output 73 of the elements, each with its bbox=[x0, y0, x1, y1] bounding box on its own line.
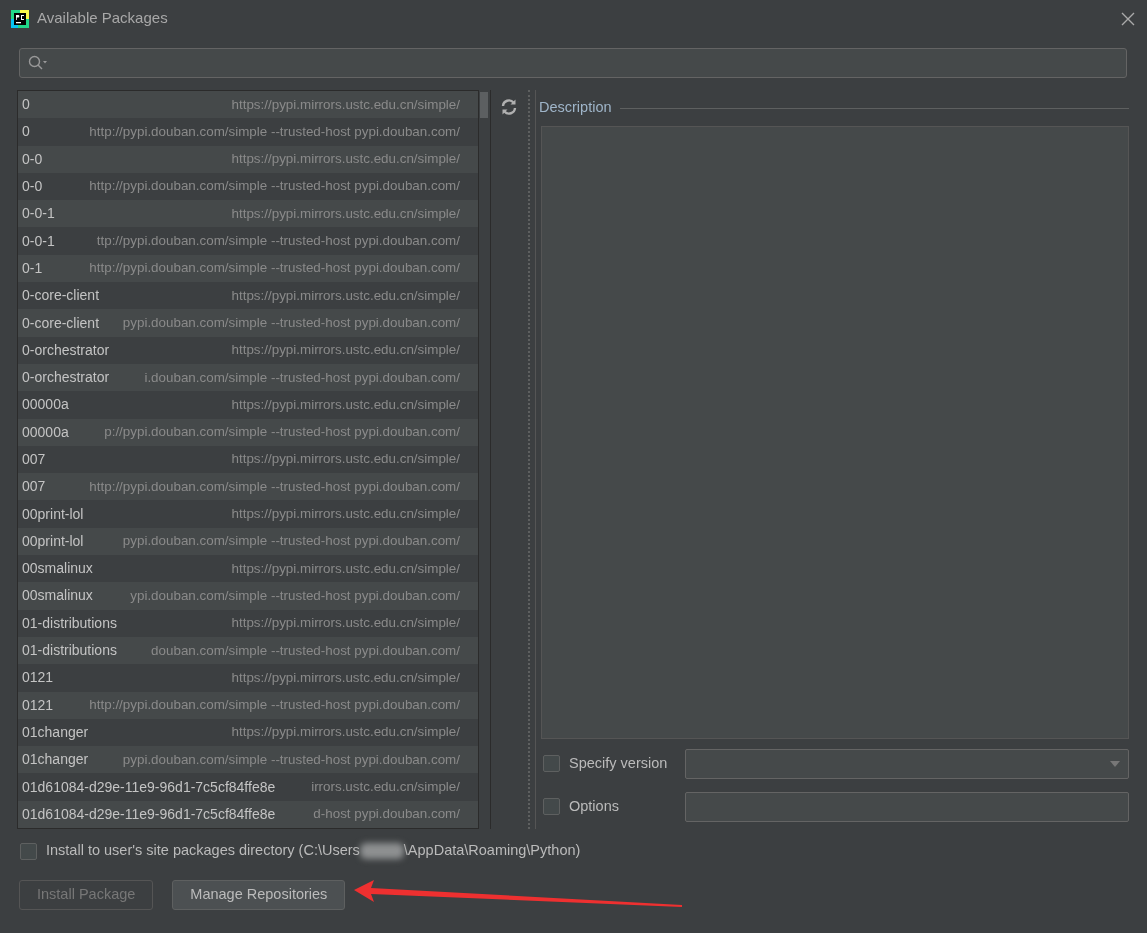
repository-url: https://pypi.mirrors.ustc.edu.cn/simple/ bbox=[230, 95, 461, 114]
search-icon bbox=[28, 55, 48, 71]
package-name[interactable]: 01d61084-d29e-11e9-96d1-7c5cf84ffe8e bbox=[18, 803, 280, 825]
repository-url: https://pypi.mirrors.ustc.edu.cn/simple/ bbox=[230, 286, 461, 305]
package-name[interactable]: 0 bbox=[18, 121, 34, 143]
section-title: Description bbox=[539, 98, 612, 118]
package-name[interactable]: 0-0 bbox=[18, 176, 47, 198]
package-name[interactable]: 01-distributions bbox=[18, 640, 121, 662]
version-dropdown[interactable] bbox=[685, 748, 1129, 779]
repository-url: pypi.douban.com/simple --trusted-host pypi.douban.com/ bbox=[121, 313, 461, 332]
package-name[interactable]: 00000a bbox=[18, 394, 73, 416]
repository-url: https://pypi.mirrors.ustc.edu.cn/simple/ bbox=[230, 559, 461, 578]
window-title: Available Packages bbox=[37, 8, 168, 29]
repository-url: https://pypi.mirrors.ustc.edu.cn/simple/ bbox=[230, 450, 461, 469]
repository-url: https://pypi.mirrors.ustc.edu.cn/simple/ bbox=[230, 614, 461, 633]
package-name[interactable]: 01-distributions bbox=[18, 612, 121, 634]
package-name[interactable]: 007 bbox=[18, 476, 50, 498]
repository-url: http://pypi.douban.com/simple --trusted-host pypi.douban.com/ bbox=[88, 177, 461, 196]
repository-url: https://pypi.mirrors.ustc.edu.cn/simple/ bbox=[230, 395, 461, 414]
app-icon bbox=[11, 9, 29, 28]
repository-url: https://pypi.mirrors.ustc.edu.cn/simple/ bbox=[230, 150, 461, 169]
package-name[interactable]: 0121 bbox=[18, 667, 58, 689]
refresh-button[interactable] bbox=[499, 96, 518, 116]
checkbox-label: Options bbox=[569, 796, 620, 816]
repository-url: i.douban.com/simple --trusted-host pypi.douban.com/ bbox=[143, 368, 461, 387]
repository-url: douban.com/simple --trusted-host pypi.douban.com/ bbox=[150, 641, 461, 660]
package-name[interactable]: 00smalinux bbox=[18, 558, 97, 580]
package-name[interactable]: 0-core-client bbox=[18, 285, 104, 307]
package-name[interactable]: 00000a bbox=[18, 421, 73, 443]
splitter[interactable] bbox=[528, 90, 536, 829]
dropdown-arrow-icon bbox=[1110, 760, 1120, 767]
package-name[interactable]: 0-0-1 bbox=[18, 203, 59, 225]
repository-url: http://pypi.douban.com/simple --trusted-host pypi.douban.com/ bbox=[88, 477, 461, 496]
package-name[interactable]: 01changer bbox=[18, 749, 93, 771]
checkbox[interactable] bbox=[543, 755, 560, 772]
repository-url: https://pypi.mirrors.ustc.edu.cn/simple/ bbox=[230, 505, 461, 524]
package-name[interactable]: 0-0 bbox=[18, 148, 47, 170]
blurred-text bbox=[359, 843, 404, 859]
repository-url: pypi.douban.com/simple --trusted-host pypi.douban.com/ bbox=[121, 532, 461, 551]
package-name[interactable]: 0-orchestrator bbox=[18, 339, 114, 361]
repository-url: https://pypi.mirrors.ustc.edu.cn/simple/ bbox=[230, 341, 461, 360]
checkbox-label: \AppData\Roaming\Python) bbox=[403, 841, 581, 861]
package-name[interactable]: 0121 bbox=[18, 694, 58, 716]
package-name[interactable]: 00print-lol bbox=[18, 530, 88, 552]
package-name[interactable]: 0-orchestrator bbox=[18, 367, 114, 389]
package-name[interactable]: 0-0-1 bbox=[18, 230, 59, 252]
package-name[interactable]: 007 bbox=[18, 449, 50, 470]
checkbox[interactable] bbox=[543, 798, 560, 815]
checkbox-label: Specify version bbox=[569, 753, 669, 773]
repository-url: d-host pypi.douban.com/ bbox=[312, 805, 461, 824]
search-field[interactable] bbox=[19, 48, 1127, 78]
package-name[interactable]: 00print-lol bbox=[18, 503, 88, 525]
package-name[interactable]: 0-1 bbox=[18, 257, 47, 279]
package-name[interactable]: 01changer bbox=[18, 721, 93, 743]
package-name[interactable]: 0-core-client bbox=[18, 312, 104, 334]
manage-button[interactable]: Manage Repositories bbox=[172, 880, 346, 910]
package-name[interactable]: 01d61084-d29e-11e9-96d1-7c5cf84ffe8e bbox=[18, 776, 280, 798]
repository-url: ypi.douban.com/simple --trusted-host pypi.douban.com/ bbox=[129, 586, 461, 605]
repository-url: http://pypi.douban.com/simple --trusted-host pypi.douban.com/ bbox=[88, 122, 461, 141]
repository-url: https://pypi.mirrors.ustc.edu.cn/simple/ bbox=[230, 723, 461, 742]
checkbox-label: Install to user's site packages directory (C:\Users bbox=[46, 841, 360, 861]
repository-url: pypi.douban.com/simple --trusted-host pypi.douban.com/ bbox=[121, 750, 461, 769]
repository-url: https://pypi.mirrors.ustc.edu.cn/simple/ bbox=[230, 204, 461, 223]
checkbox[interactable] bbox=[20, 842, 37, 860]
repository-url: ttp://pypi.douban.com/simple --trusted-host pypi.douban.com/ bbox=[95, 232, 461, 251]
repository-url: irrors.ustc.edu.cn/simple/ bbox=[310, 778, 461, 796]
repository-url: https://pypi.mirrors.ustc.edu.cn/simple/ bbox=[230, 668, 461, 687]
options-field[interactable] bbox=[685, 791, 1129, 822]
repository-url: http://pypi.douban.com/simple --trusted-host pypi.douban.com/ bbox=[88, 696, 461, 715]
package-name[interactable]: 0 bbox=[18, 94, 34, 116]
package-name[interactable]: 00smalinux bbox=[18, 585, 97, 607]
repository-url: p://pypi.douban.com/simple --trusted-host pypi.douban.com/ bbox=[103, 423, 461, 442]
repository-url: http://pypi.douban.com/simple --trusted-host pypi.douban.com/ bbox=[88, 259, 461, 278]
